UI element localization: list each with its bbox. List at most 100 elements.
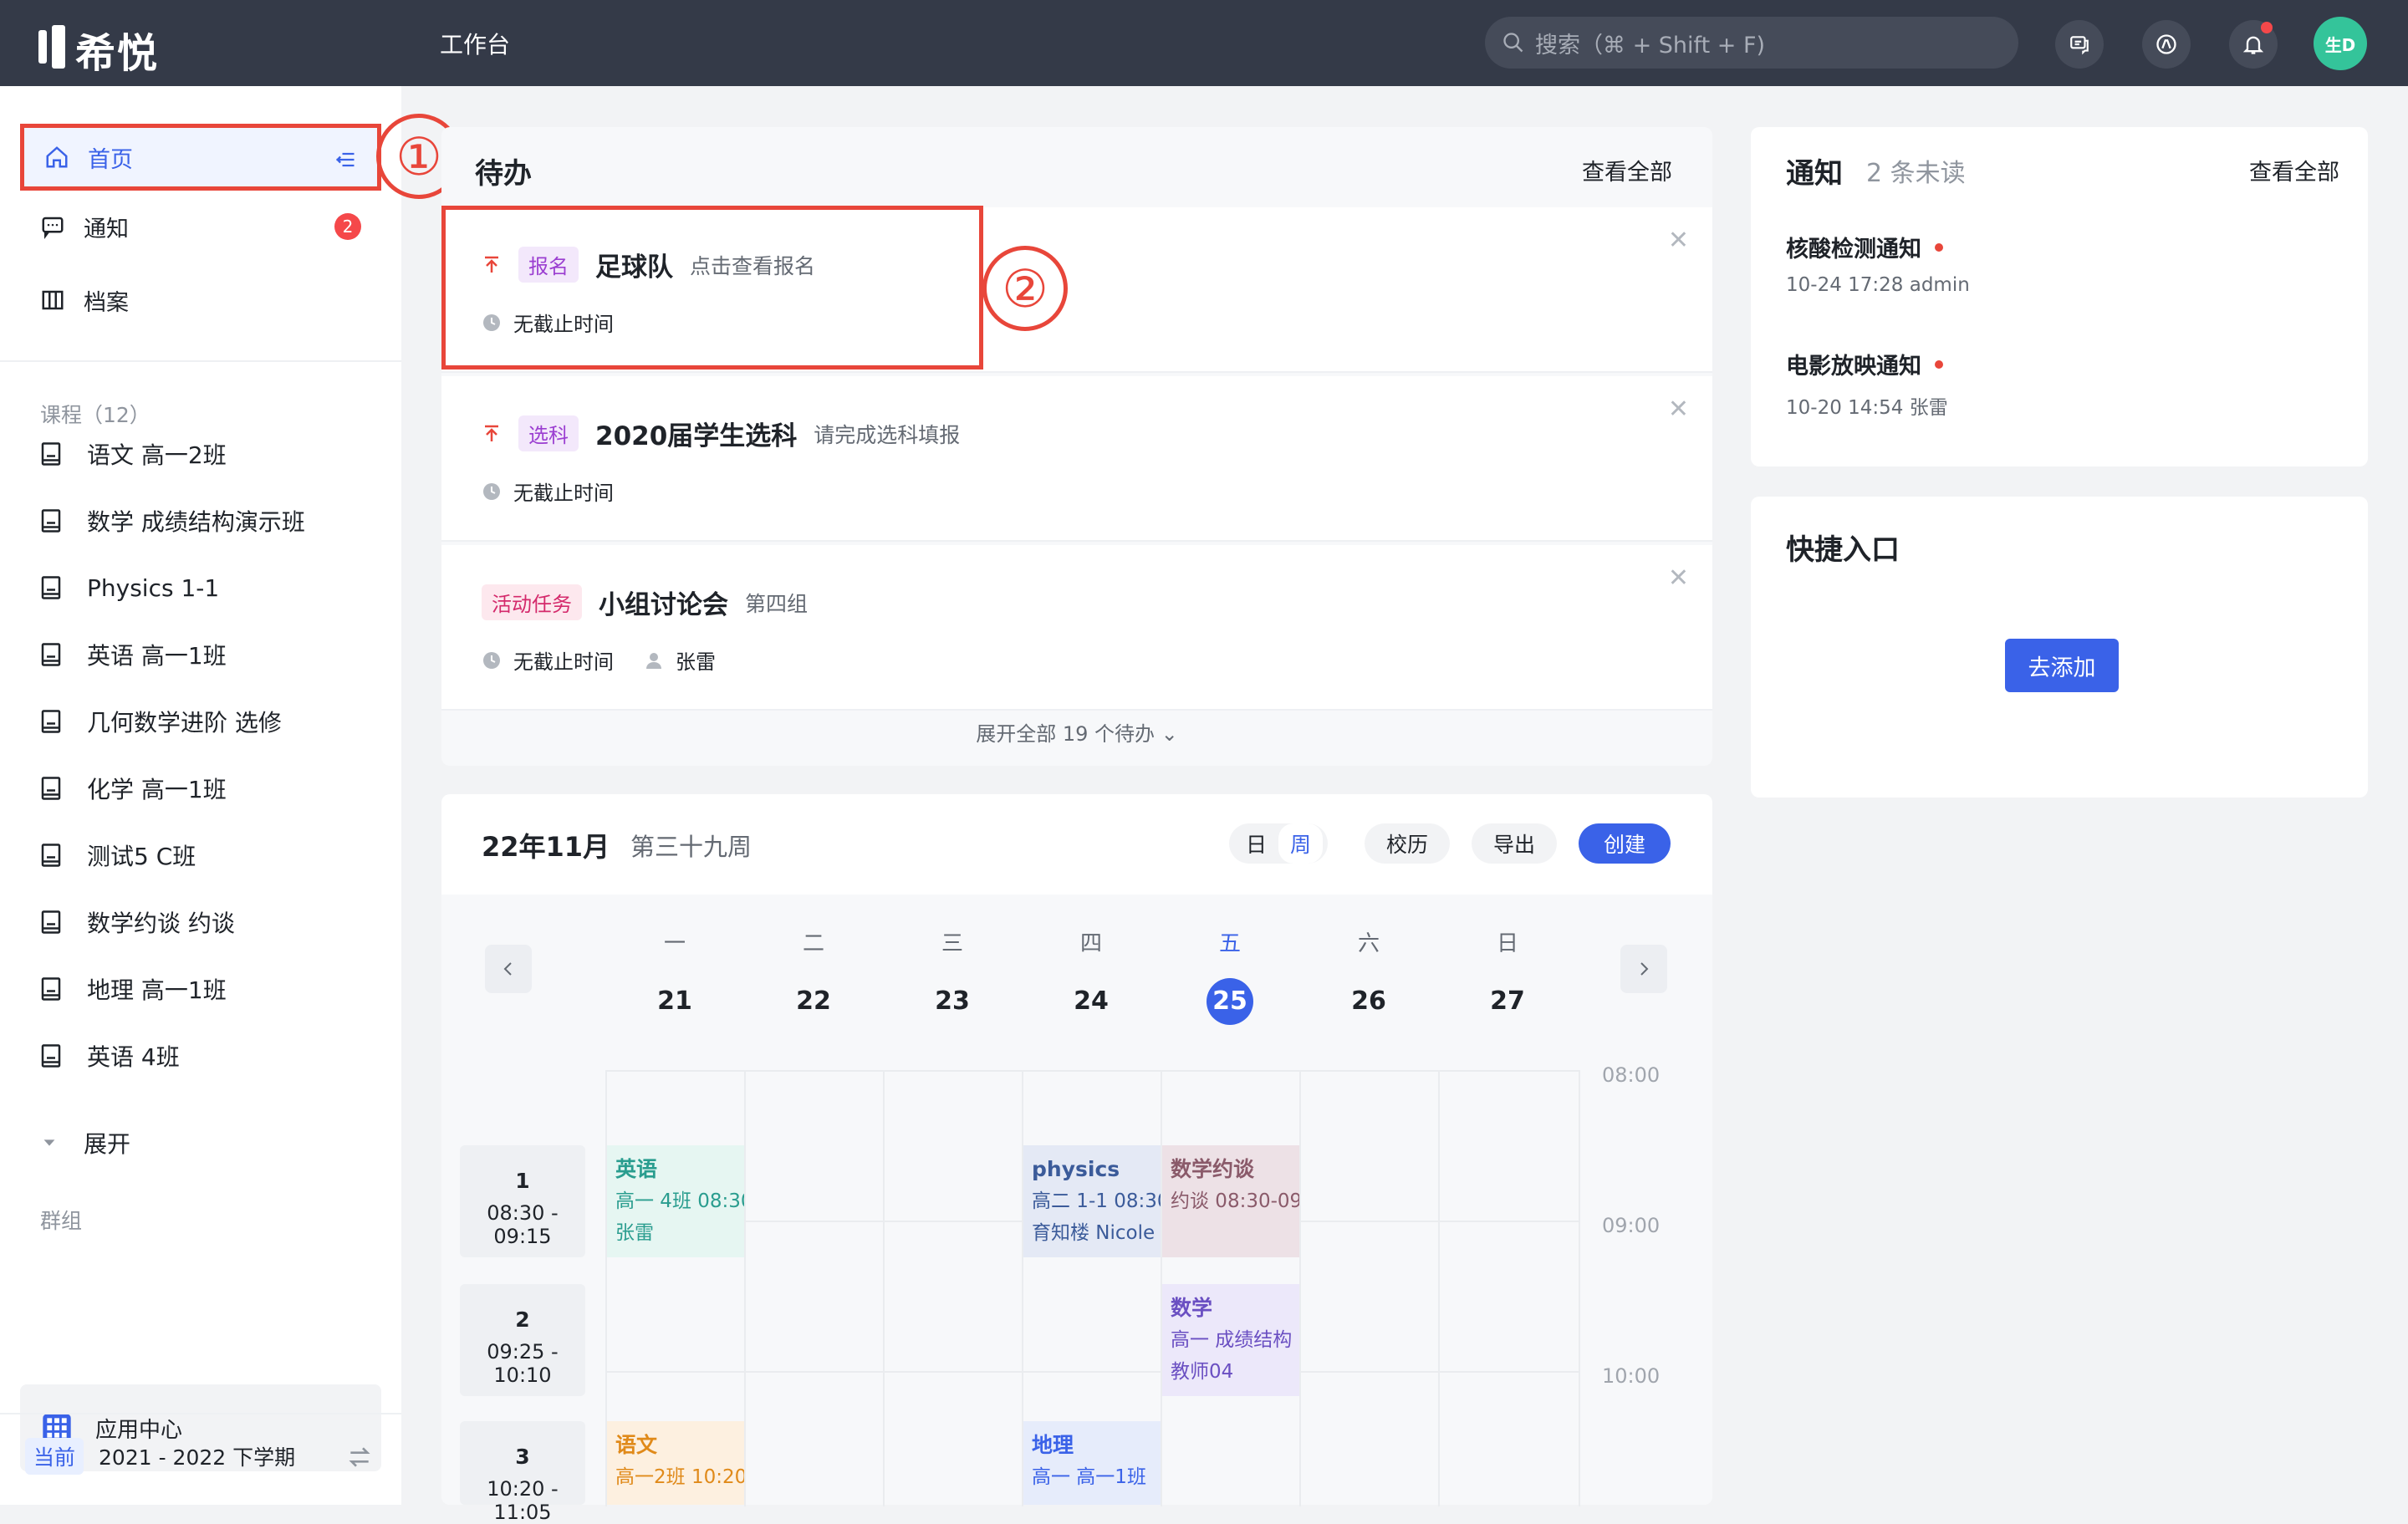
- chat-icon: [2070, 36, 2089, 55]
- course-book-icon: [41, 643, 61, 666]
- day-header[interactable]: 日 27: [1438, 926, 1577, 1026]
- sidebar-course-item[interactable]: 英语 4班: [40, 1035, 180, 1077]
- switch-semester-icon[interactable]: [346, 1444, 373, 1470]
- school-calendar-button[interactable]: 校历: [1365, 823, 1451, 864]
- todo-see-all-link[interactable]: 查看全部: [1582, 154, 1672, 186]
- notice-item-title[interactable]: 核酸检测通知: [1786, 231, 1943, 263]
- close-icon[interactable]: ✕: [1668, 395, 1689, 424]
- export-button[interactable]: 导出: [1472, 823, 1558, 864]
- sidebar-item-home[interactable]: 首页: [20, 124, 381, 191]
- sidebar-course-item[interactable]: 数学约谈 约谈: [40, 901, 235, 943]
- notice-count-badge: 2: [334, 213, 361, 240]
- todo-item-desc: 第四组: [745, 591, 809, 616]
- sidebar-course-item[interactable]: 语文 高一2班: [40, 433, 227, 475]
- prev-week-button[interactable]: [485, 945, 532, 993]
- calendar-event[interactable]: 数学 高一 成绩结构 教师04: [1162, 1284, 1299, 1396]
- next-week-button[interactable]: [1620, 945, 1667, 993]
- course-label: 数学 成绩结构演示班: [87, 508, 305, 536]
- home-icon: [44, 145, 69, 170]
- day-header[interactable]: 四 24: [1022, 926, 1161, 1026]
- event-detail: 教师04: [1171, 1361, 1234, 1383]
- calendar-event[interactable]: 地理 高一 高一1班: [1023, 1421, 1161, 1505]
- todo-deadline: 无截止时间: [513, 650, 614, 674]
- day-header[interactable]: 五 25: [1161, 926, 1299, 1026]
- sidebar-course-item[interactable]: 地理 高一1班: [40, 968, 227, 1010]
- clock-icon: [483, 482, 500, 500]
- period-number: 1: [515, 1169, 530, 1193]
- event-detail: 高一2班 10:20: [615, 1466, 744, 1488]
- annotation-marker-2: ②: [982, 246, 1068, 331]
- ai-assistant-button[interactable]: [2142, 20, 2191, 69]
- todo-title: 待办: [475, 157, 532, 191]
- day-header[interactable]: 二 22: [744, 926, 883, 1026]
- calendar-event[interactable]: 英语 高一 4班 08:30 张雷: [607, 1145, 744, 1257]
- todo-item[interactable]: 活动任务 小组讨论会 第四组 无截止时间 张雷 ✕: [441, 545, 1712, 711]
- course-book-icon: [41, 710, 61, 733]
- top-bar: 希悦 工作台 搜索（⌘ + Shift + F) 生D: [0, 0, 2408, 86]
- day-header[interactable]: 三 23: [883, 926, 1022, 1026]
- sidebar-item-notice[interactable]: 通知 2: [20, 193, 381, 260]
- create-button[interactable]: 创建: [1579, 823, 1671, 864]
- expand-label: 展开: [84, 1130, 131, 1158]
- sidebar-item-label: 通知: [84, 216, 129, 242]
- notice-item-title[interactable]: 电影放映通知: [1786, 348, 1943, 380]
- day-header[interactable]: 一 21: [605, 926, 744, 1026]
- calendar-week: 第三十九周: [630, 833, 752, 861]
- view-day-button[interactable]: 日: [1234, 823, 1278, 864]
- event-title: 语文: [615, 1433, 658, 1457]
- event-title: physics: [1032, 1157, 1120, 1181]
- semester-label: 2021 - 2022 下学期: [99, 1445, 296, 1470]
- chat-button[interactable]: [2055, 20, 2104, 69]
- day-number-text: 25: [1207, 978, 1253, 1025]
- day-number: 25: [1161, 977, 1299, 1026]
- day-number: 27: [1438, 977, 1577, 1026]
- event-title: 地理: [1032, 1433, 1074, 1457]
- course-label: 化学 高一1班: [87, 776, 227, 803]
- period-time: 09:25 - 10:10: [487, 1340, 559, 1387]
- logo[interactable]: 希悦: [38, 20, 159, 79]
- period-cell: 2 09:25 - 10:10: [460, 1284, 585, 1396]
- weekday-label: 日: [1496, 931, 1518, 956]
- bell-icon: [2242, 36, 2264, 54]
- weekday-label: 六: [1357, 931, 1380, 956]
- close-icon[interactable]: ✕: [1668, 563, 1689, 593]
- notification-button[interactable]: [2229, 20, 2278, 69]
- todo-deadline: 无截止时间: [513, 482, 614, 505]
- day-header[interactable]: 六 26: [1299, 926, 1438, 1026]
- day-number: 22: [744, 977, 883, 1026]
- time-label: 10:00: [1602, 1364, 1661, 1388]
- calendar-event[interactable]: physics 高二 1-1 08:30 育知楼 Nicole: [1023, 1145, 1161, 1257]
- sidebar-course-item[interactable]: 测试5 C班: [40, 834, 196, 876]
- close-icon[interactable]: ✕: [1668, 226, 1689, 255]
- pin-top-icon: [485, 425, 498, 441]
- clock-icon: [483, 651, 500, 669]
- expand-all-todos-button[interactable]: 展开全部 19 个待办 ⌄: [441, 717, 1712, 747]
- day-number: 23: [883, 977, 1022, 1026]
- sidebar-course-item[interactable]: Physics 1-1: [40, 567, 219, 609]
- day-number-text: 23: [935, 986, 970, 1016]
- weekday-label: 二: [802, 931, 824, 956]
- period-number: 2: [515, 1307, 530, 1332]
- avatar[interactable]: 生D: [2314, 17, 2367, 70]
- semester-selector[interactable]: 当前 2021 - 2022 下学期: [25, 1438, 295, 1475]
- sidebar-item-archive[interactable]: 档案: [20, 267, 381, 334]
- search-input[interactable]: 搜索（⌘ + Shift + F): [1485, 17, 2018, 69]
- workspace-title[interactable]: 工作台: [440, 27, 510, 60]
- calendar-event[interactable]: 语文 高一2班 10:20: [607, 1421, 744, 1505]
- add-shortcut-button[interactable]: 去添加: [2005, 639, 2119, 692]
- notice-item-label: 核酸检测通知: [1786, 237, 1921, 262]
- time-label: 09:00: [1602, 1214, 1661, 1237]
- sidebar-course-item[interactable]: 数学 成绩结构演示班: [40, 500, 305, 542]
- view-week-button[interactable]: 周: [1278, 823, 1324, 864]
- sidebar-course-item[interactable]: 英语 高一1班: [40, 634, 227, 675]
- expand-courses-button[interactable]: 展开: [40, 1126, 130, 1160]
- todo-item[interactable]: 选科 2020届学生选科 请完成选科填报 无截止时间 ✕: [441, 376, 1712, 542]
- sidebar-course-item[interactable]: 化学 高一1班: [40, 767, 227, 809]
- day-number: 24: [1022, 977, 1161, 1026]
- collapse-sidebar-icon[interactable]: [334, 148, 357, 171]
- todo-tag: 选科: [518, 415, 579, 451]
- notice-see-all-link[interactable]: 查看全部: [2249, 154, 2339, 186]
- sidebar-course-item[interactable]: 几何数学进阶 选修: [40, 701, 282, 742]
- todo-person: 张雷: [676, 650, 716, 674]
- calendar-event[interactable]: 数学约谈 约谈 08:30-09:15: [1162, 1145, 1299, 1257]
